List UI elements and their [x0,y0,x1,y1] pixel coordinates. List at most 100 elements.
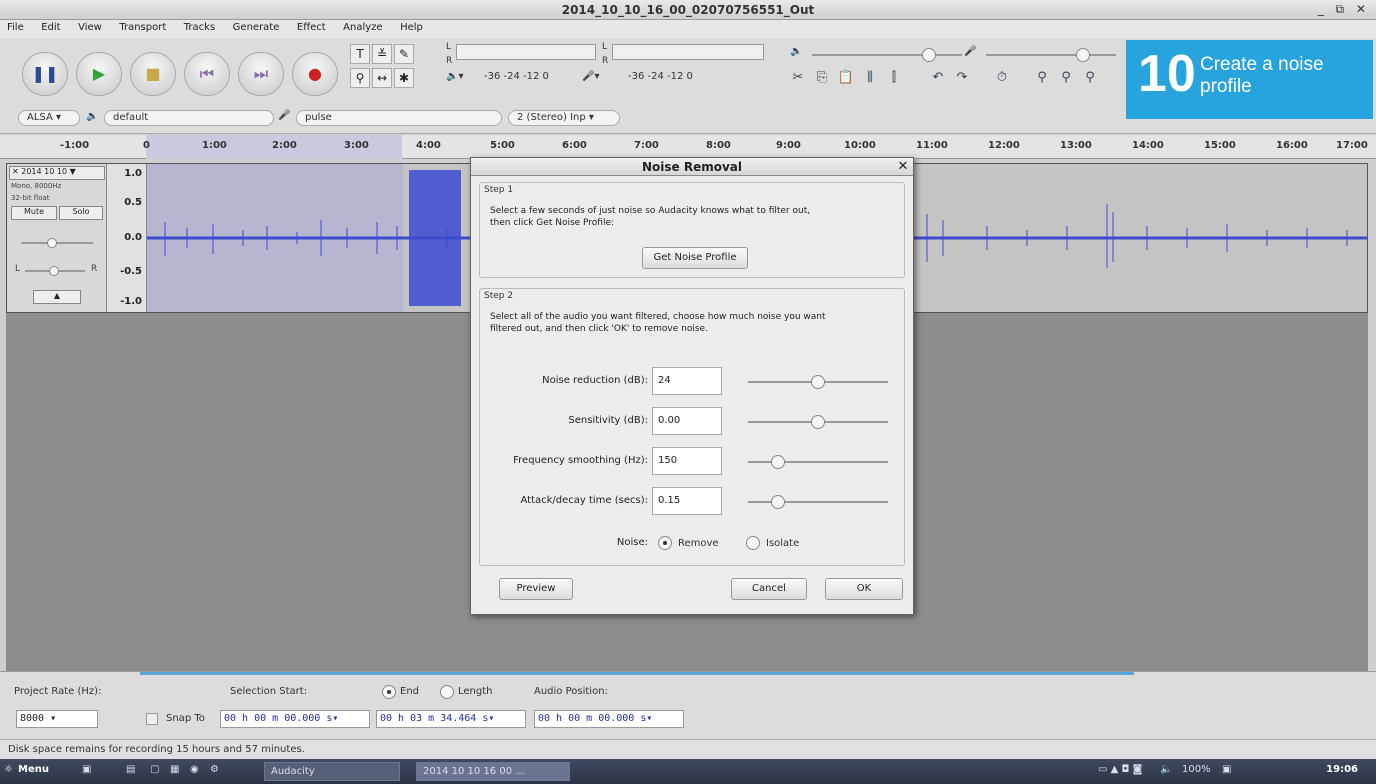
terminal-icon[interactable]: ▢ [150,764,159,775]
network-tray-icon[interactable]: ▭ ▲ ◘ ◙ [1098,764,1142,775]
gain-slider[interactable] [21,238,93,248]
stop-button[interactable]: ■ [130,52,176,96]
copy-button[interactable]: ⎘ [810,66,834,90]
attack-decay-input[interactable]: 0.15 [652,487,722,515]
paste-button[interactable]: 📋 [834,66,858,90]
dialog-close-button[interactable]: ✕ [895,158,911,176]
menu-start-icon: ☼ [4,764,13,775]
output-volume-slider[interactable] [812,48,962,62]
channels-select[interactable]: 2 (Stereo) Inp ▾ [508,110,620,126]
menu-effect[interactable]: Effect [290,20,333,33]
desktop-taskbar: ☼ Menu ▣ ▤ ▢ ▦ ◉ ⚙ Audacity 2014 10 10 1… [0,759,1376,784]
display-tray-icon[interactable]: ▣ [1222,764,1231,775]
sensitivity-knob[interactable] [811,415,825,429]
menu-transport[interactable]: Transport [112,20,173,33]
draw-tool[interactable]: ✎ [394,44,414,64]
desktop-icon[interactable]: ▤ [126,764,135,775]
solo-button[interactable]: Solo [59,206,103,220]
mic-device-icon: 🎤 [278,110,291,121]
menu-edit[interactable]: Edit [34,20,67,33]
amplitude-scale: 1.0 0.5 0.0 -0.5 -1.0 [107,164,147,312]
battery-zoom-tray[interactable]: 100% [1182,764,1211,775]
snap-to-checkbox[interactable] [146,713,158,725]
input-volume-slider[interactable] [986,48,1116,62]
output-device-select[interactable]: default [104,110,274,126]
ok-button[interactable]: OK [825,578,903,600]
sync-lock-button[interactable]: ⏱ [990,66,1014,90]
record-button[interactable]: ● [292,52,338,96]
cut-button[interactable]: ✂ [786,66,810,90]
menu-generate[interactable]: Generate [226,20,287,33]
settings-icon[interactable]: ⚙ [210,764,219,775]
ruler-tick: -1:00 [60,140,90,151]
output-volume-knob[interactable] [922,48,936,62]
step2-group: Step 2 Select all of the audio you want … [479,288,905,566]
menu-file[interactable]: File [0,20,31,33]
volume-tray-icon[interactable]: 🔈 [1160,764,1172,775]
pan-slider[interactable] [25,266,85,276]
track-name-menu[interactable]: ✕ 2014 10 10 ▼ [9,166,105,180]
play-button[interactable]: ▶ [76,52,122,96]
skip-end-button[interactable]: ⏭ [238,52,284,96]
attack-decay-knob[interactable] [771,495,785,509]
noise-reduction-input[interactable]: 24 [652,367,722,395]
cancel-button[interactable]: Cancel [731,578,807,600]
collapse-track-button[interactable]: ▲ [33,290,81,304]
window-controls[interactable]: _ ⧉ ✕ [1318,2,1370,17]
noise-reduction-slider[interactable] [748,375,888,389]
sensitivity-input[interactable]: 0.00 [652,407,722,435]
audio-host-select[interactable]: ALSA ▾ [18,110,80,126]
length-radio[interactable] [440,685,454,699]
audio-position-time[interactable]: 00 h 00 m 00.000 s▾ [534,710,684,728]
taskbar-project-window[interactable]: 2014 10 10 16 00 ... [416,762,570,781]
menu-help[interactable]: Help [393,20,430,33]
text-editor-icon[interactable]: ▦ [170,764,179,775]
end-radio[interactable] [382,685,396,699]
silence-button[interactable]: ⫿ [882,66,906,90]
menu-view[interactable]: View [71,20,109,33]
input-device-select[interactable]: pulse [296,110,502,126]
microphone-icon[interactable]: 🎤▾ [582,71,599,82]
attack-decay-slider[interactable] [748,495,888,509]
mute-button[interactable]: Mute [11,206,57,220]
file-manager-icon[interactable]: ▣ [82,764,91,775]
sensitivity-slider[interactable] [748,415,888,429]
playback-meter[interactable] [612,44,764,60]
timeshift-tool[interactable]: ↔ [372,68,392,88]
speaker-icon[interactable]: 🔈▾ [446,71,463,82]
redo-button[interactable]: ↷ [950,66,974,90]
project-rate-select[interactable]: 8000 ▾ [16,710,98,728]
start-menu-button[interactable]: Menu [18,764,49,775]
frequency-smoothing-knob[interactable] [771,455,785,469]
isolate-radio[interactable] [746,536,760,550]
noise-reduction-knob[interactable] [811,375,825,389]
record-meter[interactable] [456,44,596,60]
gain-knob[interactable] [47,238,57,248]
trim-button[interactable]: ⫼ [858,66,882,90]
selection-end-time[interactable]: 00 h 03 m 34.464 s▾ [376,710,526,728]
pause-button[interactable]: ❚❚ [22,52,68,96]
envelope-tool[interactable]: ≚ [372,44,392,64]
multi-tool-icon: ✱ [398,71,410,85]
remove-radio[interactable] [658,536,672,550]
selection-start-time[interactable]: 00 h 00 m 00.000 s▾ [220,710,370,728]
frequency-smoothing-slider[interactable] [748,455,888,469]
get-noise-profile-button[interactable]: Get Noise Profile [642,247,748,269]
timeline-ruler[interactable]: -1:00 0 1:00 2:00 3:00 4:00 5:00 6:00 7:… [0,135,1376,159]
taskbar-audacity[interactable]: Audacity [264,762,400,781]
zoom-tool[interactable]: ⚲ [350,68,370,88]
browser-icon[interactable]: ◉ [190,764,199,775]
multi-tool[interactable]: ✱ [394,68,414,88]
pan-knob[interactable] [49,266,59,276]
menu-analyze[interactable]: Analyze [336,20,389,33]
zoom-out-button[interactable]: ⚲ [1054,66,1078,90]
fit-selection-button[interactable]: ⚲ [1078,66,1102,90]
preview-button[interactable]: Preview [499,578,573,600]
frequency-smoothing-input[interactable]: 150 [652,447,722,475]
undo-button[interactable]: ↶ [926,66,950,90]
input-volume-knob[interactable] [1076,48,1090,62]
zoom-in-button[interactable]: ⚲ [1030,66,1054,90]
menu-tracks[interactable]: Tracks [177,20,222,33]
selection-tool[interactable]: T [350,44,370,64]
skip-start-button[interactable]: ⏮ [184,52,230,96]
